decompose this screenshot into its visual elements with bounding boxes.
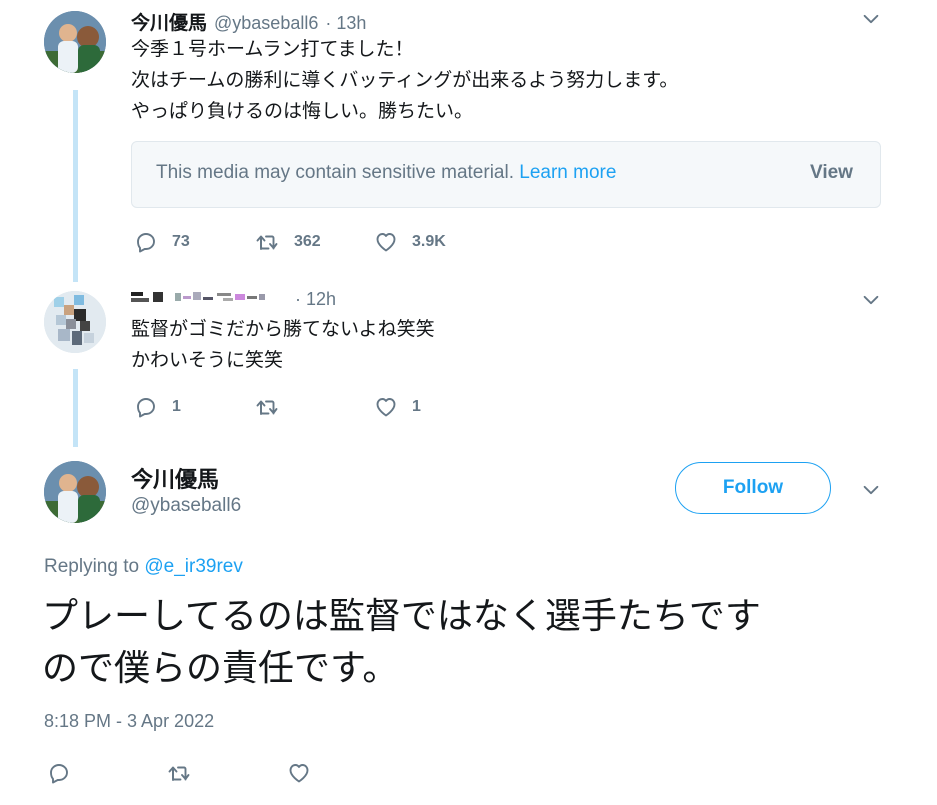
tweet-line: やっぱり負けるのは悔しい。勝ちたい。 [131,100,474,122]
tweet-line: 監督がゴミだから勝てないよね笑笑 [131,318,435,340]
tweet-time[interactable]: · 13h [325,13,366,34]
view-button[interactable]: View [810,162,853,184]
avatar-photo-icon [44,11,106,73]
reply-icon [134,395,158,419]
reply-button[interactable] [47,761,71,785]
retweet-count: 362 [294,233,321,250]
pixelated-avatar-icon [44,291,106,353]
reply-icon [47,761,71,785]
retweet-icon [254,230,280,254]
chevron-down-icon[interactable] [860,479,882,501]
heart-icon [374,395,398,419]
learn-more-link[interactable]: Learn more [519,162,616,183]
reply-count: 1 [172,398,181,415]
tweet-line: ので僕らの責任です。 [42,648,399,689]
main-tweet-text: プレーしてるのは監督ではなく選手たちです ので僕らの責任です。 [42,591,761,695]
avatar-redacted[interactable] [44,291,106,353]
chevron-down-icon[interactable] [860,289,882,311]
avatar-photo-icon [44,461,106,523]
like-count: 3.9K [412,233,446,250]
tweet-text: 今季１号ホームラン打てました！ 次はチームの勝利に導くバッティングが出来るよう努… [131,34,678,127]
tweet-time[interactable]: · 12h [295,289,336,310]
heart-icon [374,230,398,254]
redacted-name[interactable] [131,289,281,303]
tweet-text: 監督がゴミだから勝てないよね笑笑 かわいそうに笑笑 [131,314,435,376]
avatar[interactable] [44,11,106,73]
like-button[interactable] [287,761,311,785]
reply-button[interactable]: 73 [134,230,190,254]
user-name[interactable]: 今川優馬 [131,462,219,494]
tweet-line: 次はチームの勝利に導くバッティングが出来るよう努力します。 [131,69,679,91]
tweet-line: かわいそうに笑笑 [131,349,284,371]
reply-count: 73 [172,233,190,250]
avatar[interactable] [44,461,106,523]
tweet-line: プレーしてるのは監督ではなく選手たちです [42,596,761,637]
like-button[interactable]: 1 [374,395,421,419]
sensitive-media-text: This media may contain sensitive materia… [156,162,514,183]
reply-icon [134,230,158,254]
replying-prefix: Replying to [44,556,140,577]
retweet-button[interactable] [254,395,280,419]
tweet-timestamp[interactable]: 8:18 PM - 3 Apr 2022 [44,711,214,732]
like-count: 1 [412,398,421,415]
thread-line-2 [73,369,78,447]
redacted-name-icon [131,292,265,302]
sensitive-media-notice: This media may contain sensitive materia… [131,141,881,208]
user-handle[interactable]: @ybaseball6 [214,13,318,34]
user-handle[interactable]: @ybaseball6 [131,495,241,517]
user-name[interactable]: 今川優馬 [131,8,207,35]
replying-to: Replying to @e_ir39rev [44,556,243,578]
heart-icon [287,761,311,785]
chevron-down-icon[interactable] [860,8,882,30]
reply-button[interactable]: 1 [134,395,181,419]
replying-handle-link[interactable]: @e_ir39rev [144,556,243,577]
like-button[interactable]: 3.9K [374,230,446,254]
follow-button[interactable]: Follow [675,462,831,514]
thread-line-1 [73,90,78,282]
tweet-header: 今川優馬 @ybaseball6 · 13h [131,8,366,35]
retweet-button[interactable] [166,761,192,785]
retweet-button[interactable]: 362 [254,230,321,254]
retweet-icon [254,395,280,419]
tweet-line: 今季１号ホームラン打てました！ [131,38,414,60]
retweet-icon [166,761,192,785]
